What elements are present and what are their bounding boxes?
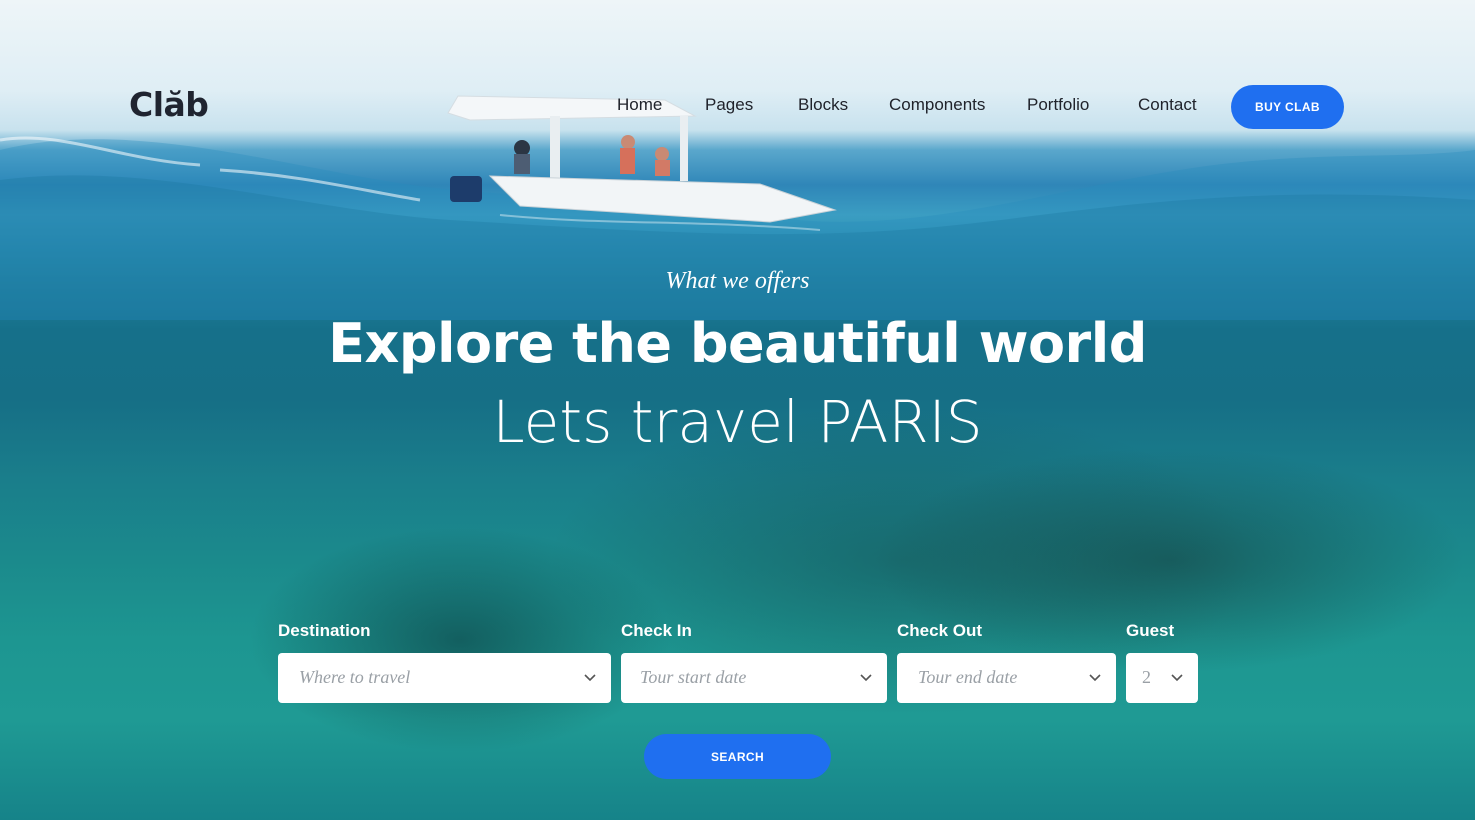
hero-eyebrow: What we offers bbox=[665, 268, 810, 294]
nav-item-home[interactable]: Home bbox=[617, 95, 662, 115]
hero-headline: Explore the beautiful world bbox=[328, 312, 1147, 375]
nav-item-portfolio[interactable]: Portfolio bbox=[1027, 95, 1089, 115]
buy-clab-button[interactable]: BUY CLAB bbox=[1231, 85, 1344, 129]
check-out-placeholder: Tour end date bbox=[918, 667, 1018, 687]
check-out-select[interactable]: Tour end date bbox=[897, 653, 1116, 703]
destination-placeholder: Where to travel bbox=[299, 667, 411, 687]
nav-item-components[interactable]: Components bbox=[889, 95, 985, 115]
search-button[interactable]: SEARCH bbox=[644, 734, 831, 779]
nav-item-pages[interactable]: Pages bbox=[705, 95, 753, 115]
check-in-select[interactable]: Tour start date bbox=[621, 653, 887, 703]
brand-logo[interactable]: Clăb bbox=[129, 85, 209, 124]
guest-label: Guest bbox=[1126, 621, 1175, 640]
chevron-down-icon bbox=[1089, 674, 1101, 682]
check-in-placeholder: Tour start date bbox=[640, 667, 747, 687]
guest-select[interactable]: 2 bbox=[1126, 653, 1198, 703]
guest-value: 2 bbox=[1142, 667, 1151, 687]
chevron-down-icon bbox=[1171, 674, 1183, 682]
chevron-down-icon bbox=[860, 674, 872, 682]
nav-item-blocks[interactable]: Blocks bbox=[798, 95, 848, 115]
check-in-label: Check In bbox=[621, 621, 692, 640]
nav-item-contact[interactable]: Contact bbox=[1138, 95, 1197, 115]
destination-label: Destination bbox=[278, 621, 371, 640]
check-out-label: Check Out bbox=[897, 621, 983, 640]
hero-subline: Lets travel PARIS bbox=[492, 388, 983, 456]
destination-select[interactable]: Where to travel bbox=[278, 653, 611, 703]
chevron-down-icon bbox=[584, 674, 596, 682]
